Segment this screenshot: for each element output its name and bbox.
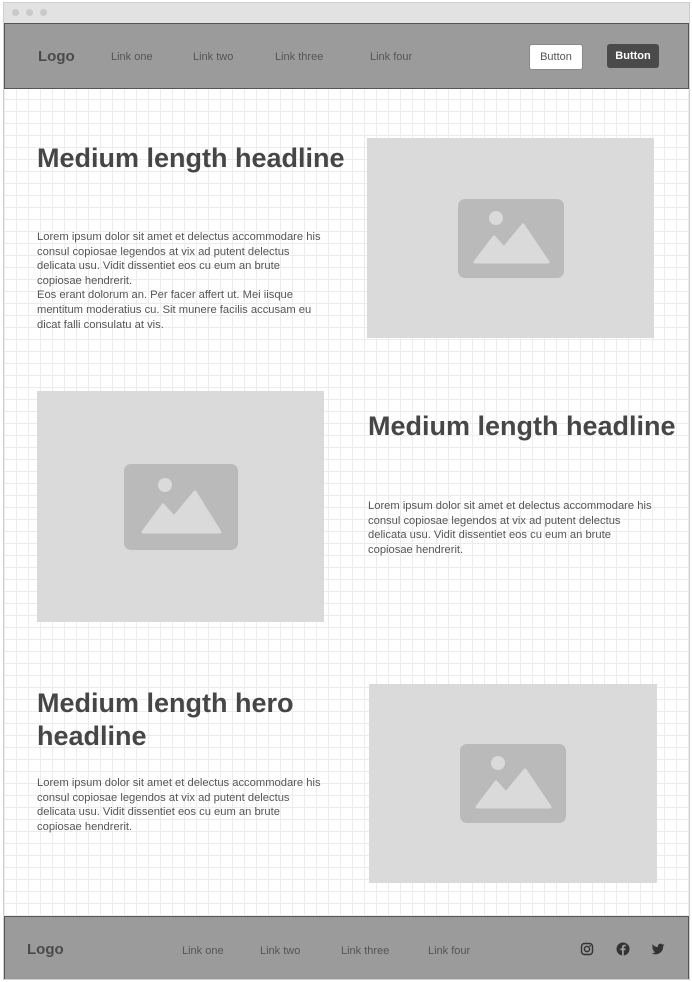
section-2-image-placeholder bbox=[37, 391, 324, 622]
primary-button[interactable]: Button bbox=[607, 44, 659, 68]
section-1-image-placeholder bbox=[367, 138, 654, 338]
section-3-headline: Medium length hero headline bbox=[37, 688, 294, 751]
footer-logo[interactable]: Logo bbox=[27, 941, 64, 958]
section-3-body: Lorem ipsum dolor sit amet et delectus a… bbox=[37, 777, 321, 833]
footer-link-two[interactable]: Link two bbox=[260, 945, 300, 957]
instagram-icon[interactable] bbox=[580, 942, 594, 956]
top-navigation-bar: Logo Link one Link two Link three Link f… bbox=[4, 23, 689, 89]
header-logo[interactable]: Logo bbox=[38, 48, 75, 65]
section-2-headline: Medium length headline bbox=[368, 411, 676, 441]
section-1-body: Lorem ipsum dolor sit amet et delectus a… bbox=[37, 231, 321, 331]
window-minimize-dot[interactable] bbox=[26, 9, 33, 16]
window-maximize-dot[interactable] bbox=[40, 9, 47, 16]
image-icon bbox=[460, 744, 566, 823]
window-close-dot[interactable] bbox=[12, 9, 19, 16]
section-3-image-placeholder bbox=[369, 684, 657, 883]
section-2-body: Lorem ipsum dolor sit amet et delectus a… bbox=[368, 500, 652, 556]
nav-link-two[interactable]: Link two bbox=[193, 51, 233, 63]
footer-link-three[interactable]: Link three bbox=[341, 945, 389, 957]
browser-window: Logo Link one Link two Link three Link f… bbox=[3, 2, 690, 980]
footer-link-four[interactable]: Link four bbox=[428, 945, 470, 957]
window-titlebar bbox=[4, 3, 689, 23]
nav-link-three[interactable]: Link three bbox=[275, 51, 323, 63]
footer-bar: Logo Link one Link two Link three Link f… bbox=[4, 916, 689, 979]
image-icon bbox=[457, 198, 564, 278]
facebook-icon[interactable] bbox=[616, 942, 630, 956]
nav-link-four[interactable]: Link four bbox=[370, 51, 412, 63]
image-icon bbox=[123, 463, 238, 550]
twitter-icon[interactable] bbox=[651, 942, 665, 956]
footer-link-one[interactable]: Link one bbox=[182, 945, 224, 957]
secondary-button[interactable]: Button bbox=[529, 44, 583, 70]
section-1-headline: Medium length headline bbox=[37, 143, 345, 173]
nav-link-one[interactable]: Link one bbox=[111, 51, 153, 63]
